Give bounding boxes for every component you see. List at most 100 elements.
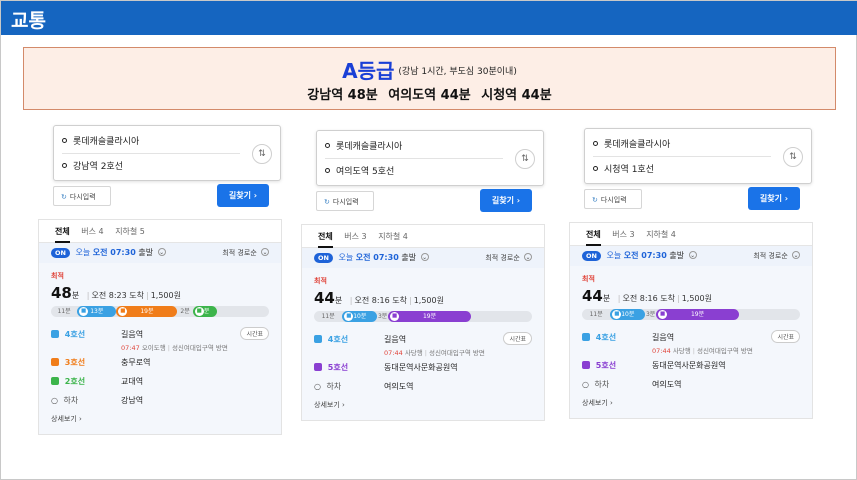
route-result-card: 전체 버스 4 지하철 5 ON 오늘 오전 07:30 출발 ⌄ 최적 경로순… bbox=[38, 219, 282, 435]
timeline-line-segment: ■ 19분 bbox=[388, 311, 471, 322]
sort-dropdown[interactable]: 최적 경로순 ⌄ bbox=[222, 248, 269, 258]
grade-title: A등급 bbox=[342, 59, 395, 83]
refresh-icon: ↻ bbox=[61, 193, 67, 201]
find-route-button[interactable]: 길찾기 › bbox=[748, 187, 800, 210]
timeline-walk-segment: 3분 bbox=[377, 313, 388, 320]
line-name: 하차 bbox=[594, 380, 610, 389]
chevron-down-icon: ⌄ bbox=[420, 253, 429, 261]
tab-subway[interactable]: 지하철 5 bbox=[115, 226, 145, 243]
departure-setting[interactable]: ON 오늘 오전 07:30 출발 ⌄ 최적 경로순 ⌄ bbox=[302, 248, 544, 268]
destination-dot-icon bbox=[62, 163, 67, 168]
fare: 1,500원 bbox=[150, 291, 181, 300]
swap-icon[interactable]: ⇅ bbox=[783, 147, 803, 167]
train-icon bbox=[582, 361, 590, 369]
origin-dot-icon bbox=[62, 138, 67, 143]
swap-icon[interactable]: ⇅ bbox=[515, 149, 535, 169]
route-timeline: 11분 ■ 10분 3분 ■ 19분 bbox=[314, 311, 532, 322]
chevron-down-icon: ⌄ bbox=[524, 253, 532, 261]
sort-dropdown[interactable]: 최적 경로순 ⌄ bbox=[485, 253, 532, 263]
tab-bus[interactable]: 버스 3 bbox=[612, 229, 634, 246]
detail-link[interactable]: 상세보기 › bbox=[314, 398, 532, 416]
chevron-down-icon: ⌄ bbox=[157, 248, 166, 256]
destination-dot-icon bbox=[593, 166, 598, 171]
reset-button[interactable]: ↻ 다시입력 bbox=[53, 186, 111, 206]
station-name: 길음역 bbox=[384, 335, 407, 344]
route-step: 4호선 길음역 시간표 bbox=[582, 330, 800, 349]
departure-setting[interactable]: ON 오늘 오전 07:30 출발 ⌄ 최적 경로순 ⌄ bbox=[39, 243, 281, 263]
fare: 1,500원 bbox=[681, 294, 712, 303]
train-icon bbox=[51, 358, 59, 366]
commute-times: 강남역 48분 여의도역 44분 시청역 44분 bbox=[24, 84, 835, 103]
detail-link[interactable]: 상세보기 › bbox=[582, 396, 800, 414]
station-name: 동대문역사문화공원역 bbox=[652, 361, 726, 370]
divider bbox=[593, 156, 771, 157]
station-name: 길음역 bbox=[121, 330, 144, 339]
result-tabs: 전체 버스 3 지하철 4 bbox=[302, 225, 544, 248]
line-name: 4호선 bbox=[327, 335, 349, 344]
line-name: 하차 bbox=[63, 396, 79, 405]
route-step: 5호선 동대문역사문화공원역 bbox=[582, 358, 800, 377]
chevron-right-icon: › bbox=[342, 401, 345, 409]
chevron-down-icon: ⌄ bbox=[261, 248, 269, 256]
on-toggle[interactable]: ON bbox=[51, 248, 70, 258]
tab-bus[interactable]: 버스 3 bbox=[344, 231, 366, 248]
chevron-right-icon: › bbox=[79, 415, 82, 423]
route-step: ○ 하차 여의도역 bbox=[314, 379, 532, 398]
detail-link[interactable]: 상세보기 › bbox=[51, 412, 269, 430]
timeline-walk-segment: 11분 bbox=[321, 313, 335, 320]
line-name: 5호선 bbox=[595, 361, 617, 370]
route-summary[interactable]: 최적 44분 | 오전 8:16 도착 | 1,500원 11분 ■ 10분 3분 ■ 19분 … bbox=[570, 266, 812, 418]
train-icon bbox=[51, 377, 59, 385]
station-name: 여의도역 bbox=[652, 380, 682, 389]
train-icon: ■ bbox=[79, 307, 89, 316]
destination-field[interactable]: 강남역 2호선 bbox=[62, 159, 123, 172]
grade-summary-box: A등급 (강남 1시간, 부도심 30분이내) 강남역 48분 여의도역 44분 … bbox=[23, 47, 836, 110]
route-steps: 4호선 길음역 시간표 07:47 오이도행 | 성신여대입구역 방면 3호선 충무… bbox=[51, 327, 269, 412]
fare: 1,500원 bbox=[413, 296, 444, 305]
departure-setting[interactable]: ON 오늘 오전 07:30 출발 ⌄ 최적 경로순 ⌄ bbox=[570, 246, 812, 266]
tab-subway[interactable]: 지하철 4 bbox=[646, 229, 676, 246]
timeline-line-segment: ■ 13분 bbox=[77, 306, 117, 317]
chevron-down-icon: ⌄ bbox=[792, 251, 800, 259]
timetable-button[interactable]: 시간표 bbox=[503, 332, 532, 345]
route-search-card: 롯데캐슬클라시아 강남역 2호선 ⇅ bbox=[53, 125, 281, 181]
on-toggle[interactable]: ON bbox=[314, 253, 333, 263]
train-icon bbox=[582, 333, 590, 341]
station-name: 충무로역 bbox=[121, 358, 151, 367]
find-route-button[interactable]: 길찾기 › bbox=[217, 184, 269, 207]
refresh-icon: ↻ bbox=[324, 198, 330, 206]
route-step: ○ 하차 강남역 bbox=[51, 393, 269, 412]
on-toggle[interactable]: ON bbox=[582, 251, 601, 261]
tab-subway[interactable]: 지하철 4 bbox=[378, 231, 408, 248]
chevron-right-icon: › bbox=[784, 194, 789, 203]
station-name: 강남역 bbox=[121, 396, 144, 405]
slide: 교통 A등급 (강남 1시간, 부도심 30분이내) 강남역 48분 여의도역 4… bbox=[0, 0, 857, 480]
reset-button[interactable]: ↻ 다시입력 bbox=[316, 191, 374, 211]
sort-dropdown[interactable]: 최적 경로순 ⌄ bbox=[753, 251, 800, 261]
station-name: 동대문역사문화공원역 bbox=[384, 363, 458, 372]
tab-all[interactable]: 전체 bbox=[586, 229, 601, 246]
find-route-button[interactable]: 길찾기 › bbox=[480, 189, 532, 212]
timeline-line-segment: ■ 2분 bbox=[192, 306, 217, 317]
swap-icon[interactable]: ⇅ bbox=[252, 144, 272, 164]
route-step: 4호선 길음역 시간표 bbox=[314, 332, 532, 351]
destination-field[interactable]: 시청역 1호선 bbox=[593, 162, 654, 175]
route-summary[interactable]: 최적 44분 | 오전 8:16 도착 | 1,500원 11분 ■ 10분 3분 ■ 19분 … bbox=[302, 268, 544, 420]
route-step: ○ 하차 여의도역 bbox=[582, 377, 800, 396]
origin-field[interactable]: 롯데캐슬클라시아 bbox=[593, 137, 670, 150]
grade-note: (강남 1시간, 부도심 30분이내) bbox=[398, 67, 517, 77]
tab-all[interactable]: 전체 bbox=[55, 226, 70, 243]
tab-all[interactable]: 전체 bbox=[318, 231, 333, 248]
origin-field[interactable]: 롯데캐슬클라시아 bbox=[62, 134, 139, 147]
timetable-button[interactable]: 시간표 bbox=[771, 330, 800, 343]
tab-bus[interactable]: 버스 4 bbox=[81, 226, 103, 243]
destination-field[interactable]: 여의도역 5호선 bbox=[325, 164, 394, 177]
line-name: 2호선 bbox=[64, 377, 86, 386]
timetable-button[interactable]: 시간표 bbox=[240, 327, 269, 340]
origin-field[interactable]: 롯데캐슬클라시아 bbox=[325, 139, 402, 152]
commute-yeouido: 여의도역 44분 bbox=[388, 88, 471, 103]
line-name: 4호선 bbox=[595, 333, 617, 342]
reset-button[interactable]: ↻ 다시입력 bbox=[584, 189, 642, 209]
route-summary[interactable]: 최적 48분 | 오전 8:23 도착 | 1,500원 11분 ■ 13분 ■ 19분 2분 ■… bbox=[39, 263, 281, 434]
train-icon: ■ bbox=[118, 307, 128, 316]
